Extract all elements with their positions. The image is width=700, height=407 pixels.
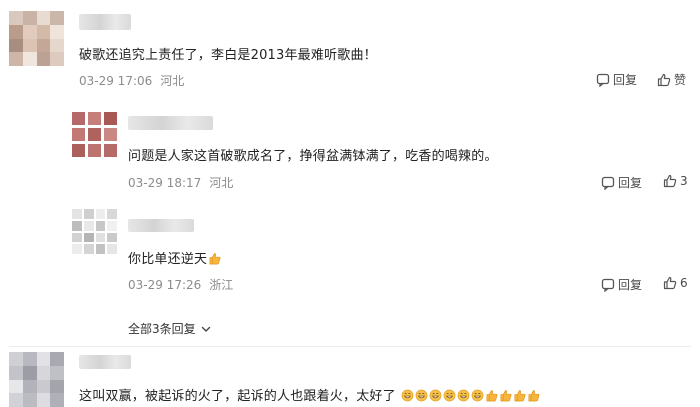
like-button[interactable]: 3 [663, 174, 688, 188]
reply-location: 河北 [209, 176, 234, 190]
comment-divider [9, 346, 691, 347]
username-blurred[interactable] [128, 116, 213, 130]
like-button[interactable]: 6 [663, 276, 688, 290]
avatar[interactable] [9, 11, 64, 66]
thumb-up-icon [657, 73, 671, 86]
reply-icon [601, 176, 615, 190]
emoji-grin-icon [415, 389, 428, 402]
emoji-grin-icon [401, 389, 414, 402]
reply-text: 问题是人家这首破歌成名了，挣得盆满钵满了，吃香的喝辣的。 [128, 149, 498, 164]
like-button[interactable]: 赞 [657, 71, 686, 88]
reply-label: 回复 [618, 176, 643, 190]
emoji-thumbs-up-icon [528, 390, 540, 402]
expand-replies-link[interactable]: 全部3条回复 [128, 320, 212, 337]
username-blurred[interactable] [79, 355, 131, 369]
emoji-grin-icon [471, 389, 484, 402]
username-blurred[interactable] [79, 14, 131, 30]
emoji-thumbs-up-icon [209, 253, 221, 265]
username-blurred[interactable] [128, 219, 194, 232]
reply-date: 03-29 17:26 [128, 278, 202, 292]
like-label: 赞 [674, 73, 687, 87]
reply-label: 回复 [618, 278, 643, 292]
emoji-grin-icon [457, 389, 470, 402]
emoji-row [400, 389, 540, 404]
comment-text: 这叫双赢，被起诉的火了，起诉的人也跟着火，太好了 [79, 385, 540, 404]
reply-icon [596, 73, 610, 87]
like-count: 3 [680, 174, 688, 188]
reply-location: 浙江 [209, 278, 234, 292]
reply-icon [601, 278, 615, 292]
comment-text: 破歌还追究上责任了，李白是2013年最难听歌曲！ [79, 48, 377, 63]
thumb-up-icon [663, 174, 677, 188]
reply-button[interactable]: 回复 [601, 276, 642, 293]
chevron-down-icon [201, 326, 210, 332]
reply-button[interactable]: 回复 [601, 174, 642, 191]
avatar[interactable] [72, 112, 117, 157]
reply-label: 回复 [613, 73, 638, 87]
like-count: 6 [680, 276, 688, 290]
reply-date: 03-29 18:17 [128, 176, 202, 190]
emoji-grin-icon [429, 389, 442, 402]
thumb-up-icon [663, 276, 677, 290]
reply-meta: 03-29 17:26 浙江 [128, 276, 233, 293]
emoji-thumbs-up-icon [514, 390, 526, 402]
comment-date: 03-29 17:06 [79, 74, 153, 88]
comment-text-body: 这叫双赢，被起诉的火了，起诉的人也跟着火，太好了 [79, 389, 396, 404]
avatar[interactable] [9, 352, 64, 407]
reply-text: 你比单还逆天 [128, 248, 221, 267]
comment-location: 河北 [160, 74, 185, 88]
reply-button[interactable]: 回复 [596, 71, 637, 88]
expand-replies-label: 全部3条回复 [128, 322, 196, 336]
reply-text-body: 你比单还逆天 [128, 252, 208, 267]
reply-meta: 03-29 18:17 河北 [128, 174, 233, 191]
emoji-thumbs-up-icon [500, 390, 512, 402]
comment-meta: 03-29 17:06 河北 [79, 72, 184, 89]
emoji-grin-icon [443, 389, 456, 402]
emoji-thumbs-up-icon [486, 390, 498, 402]
avatar[interactable] [72, 209, 117, 254]
